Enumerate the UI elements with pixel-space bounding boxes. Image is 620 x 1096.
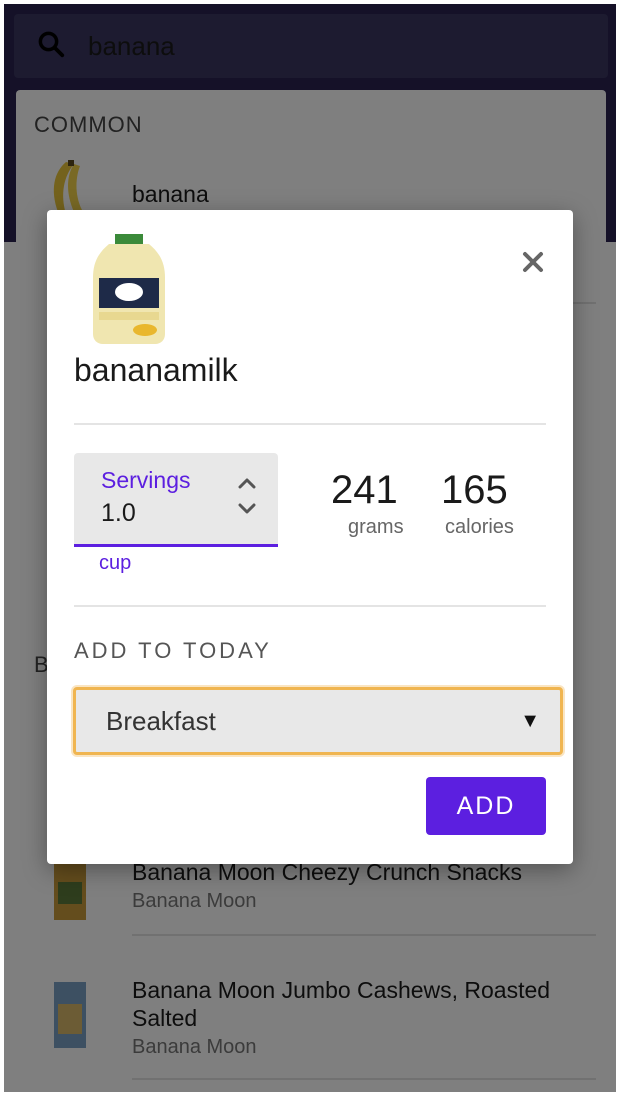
serving-unit-label: cup [99, 552, 132, 574]
grams-label: grams [348, 516, 404, 538]
close-button[interactable] [515, 244, 551, 280]
add-food-dialog: bananamilk Servings 1.0 cup 241 grams 16… [47, 210, 573, 864]
meal-select[interactable]: Breakfast ▼ [73, 687, 563, 755]
dropdown-caret-icon: ▼ [520, 710, 540, 732]
grams-value: 241 [331, 468, 398, 512]
servings-label: Servings [101, 467, 191, 493]
calories-label: calories [445, 516, 514, 538]
product-name: bananamilk [74, 352, 238, 388]
servings-input[interactable]: 1.0 [101, 499, 136, 528]
divider [74, 423, 546, 425]
add-to-today-heading: ADD TO TODAY [74, 638, 272, 663]
servings-stepper[interactable] [234, 473, 260, 523]
close-icon[interactable] [522, 251, 544, 273]
chevron-down-icon[interactable] [234, 499, 260, 519]
calories-value: 165 [441, 468, 508, 512]
chevron-up-icon[interactable] [234, 473, 260, 493]
divider [74, 605, 546, 607]
product-image [89, 234, 169, 346]
meal-select-value: Breakfast [106, 705, 216, 736]
servings-field[interactable]: Servings 1.0 [74, 453, 278, 547]
add-button[interactable]: ADD [426, 777, 546, 835]
